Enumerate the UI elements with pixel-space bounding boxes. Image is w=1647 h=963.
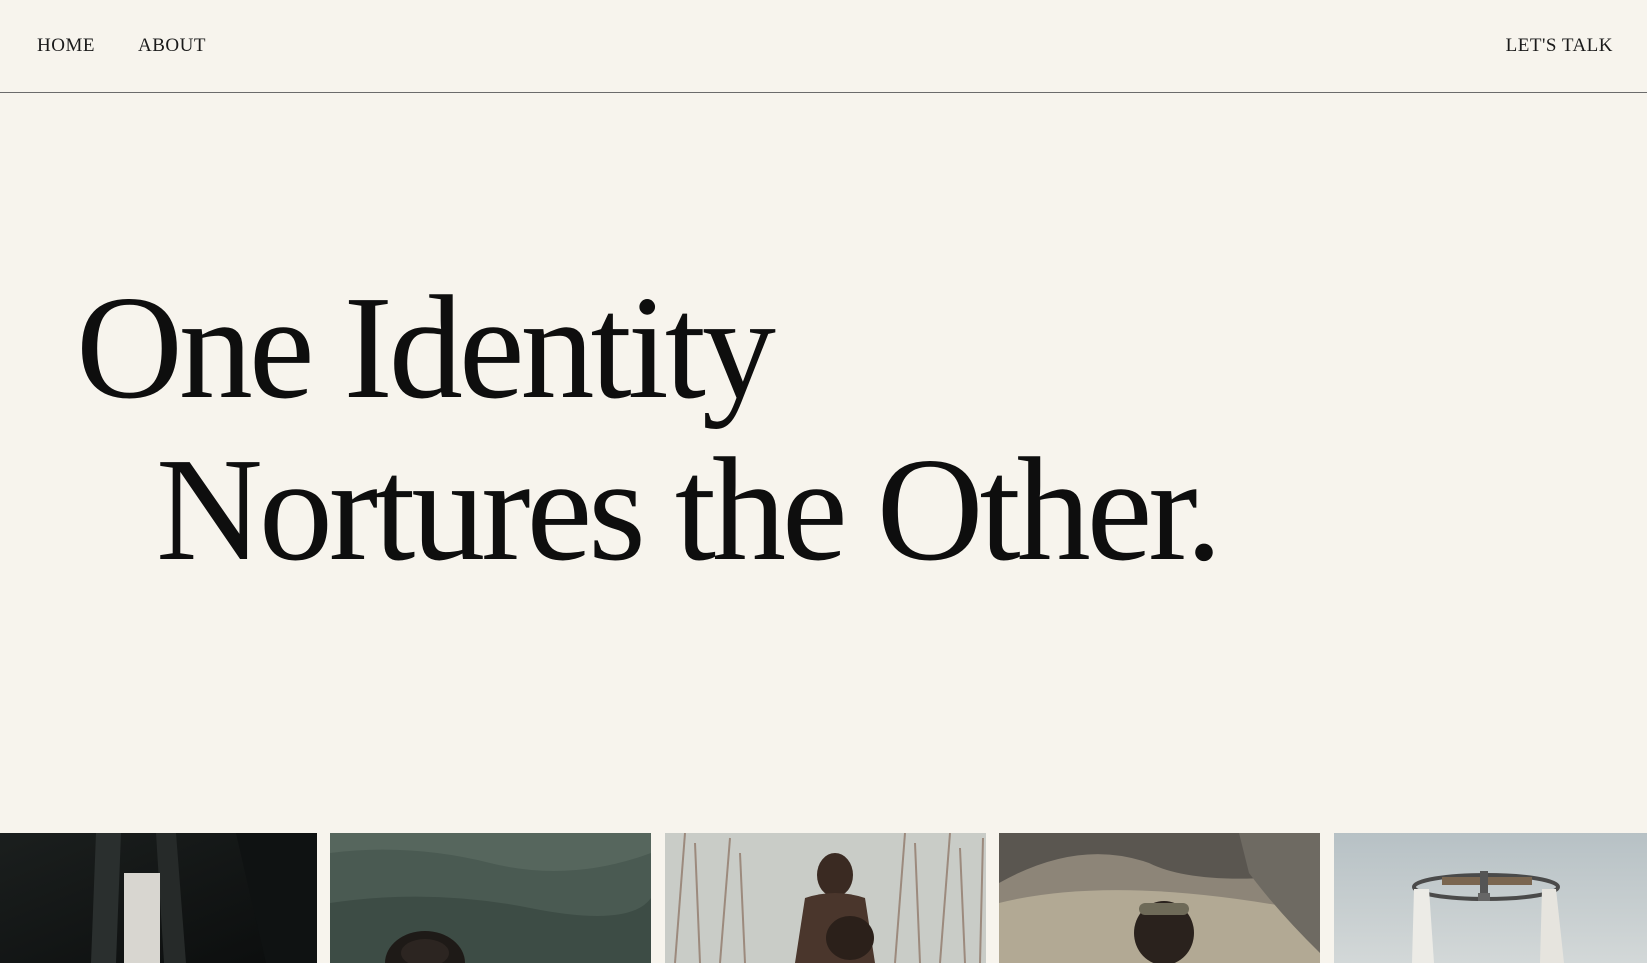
- hero-headline-line-1: One Identity: [76, 266, 776, 430]
- man-in-water-photo: [330, 833, 651, 963]
- lets-talk-link[interactable]: LET'S TALK: [1506, 35, 1613, 57]
- photo-gallery-strip: [0, 833, 1647, 963]
- man-on-hillside-photo: [999, 833, 1320, 963]
- gallery-image-children-in-reeds[interactable]: [665, 833, 986, 963]
- dark-figure-photo: [0, 833, 317, 963]
- site-header: HOME ABOUT LET'S TALK: [0, 0, 1647, 93]
- gallery-image-man-on-hillside[interactable]: [999, 833, 1320, 963]
- children-in-reeds-photo: [665, 833, 986, 963]
- page: HOME ABOUT LET'S TALK One Identity Nortu…: [0, 0, 1647, 963]
- hero-headline-line-2: Nortures the Other.: [156, 428, 1222, 592]
- nav-home-link[interactable]: HOME: [37, 35, 95, 57]
- outdoor-shower-structure-photo: [1334, 833, 1647, 963]
- gallery-image-man-in-water[interactable]: [330, 833, 651, 963]
- nav-about-link[interactable]: ABOUT: [138, 35, 206, 57]
- gallery-image-outdoor-shower[interactable]: [1334, 833, 1647, 963]
- gallery-image-dark-figure[interactable]: [0, 833, 317, 963]
